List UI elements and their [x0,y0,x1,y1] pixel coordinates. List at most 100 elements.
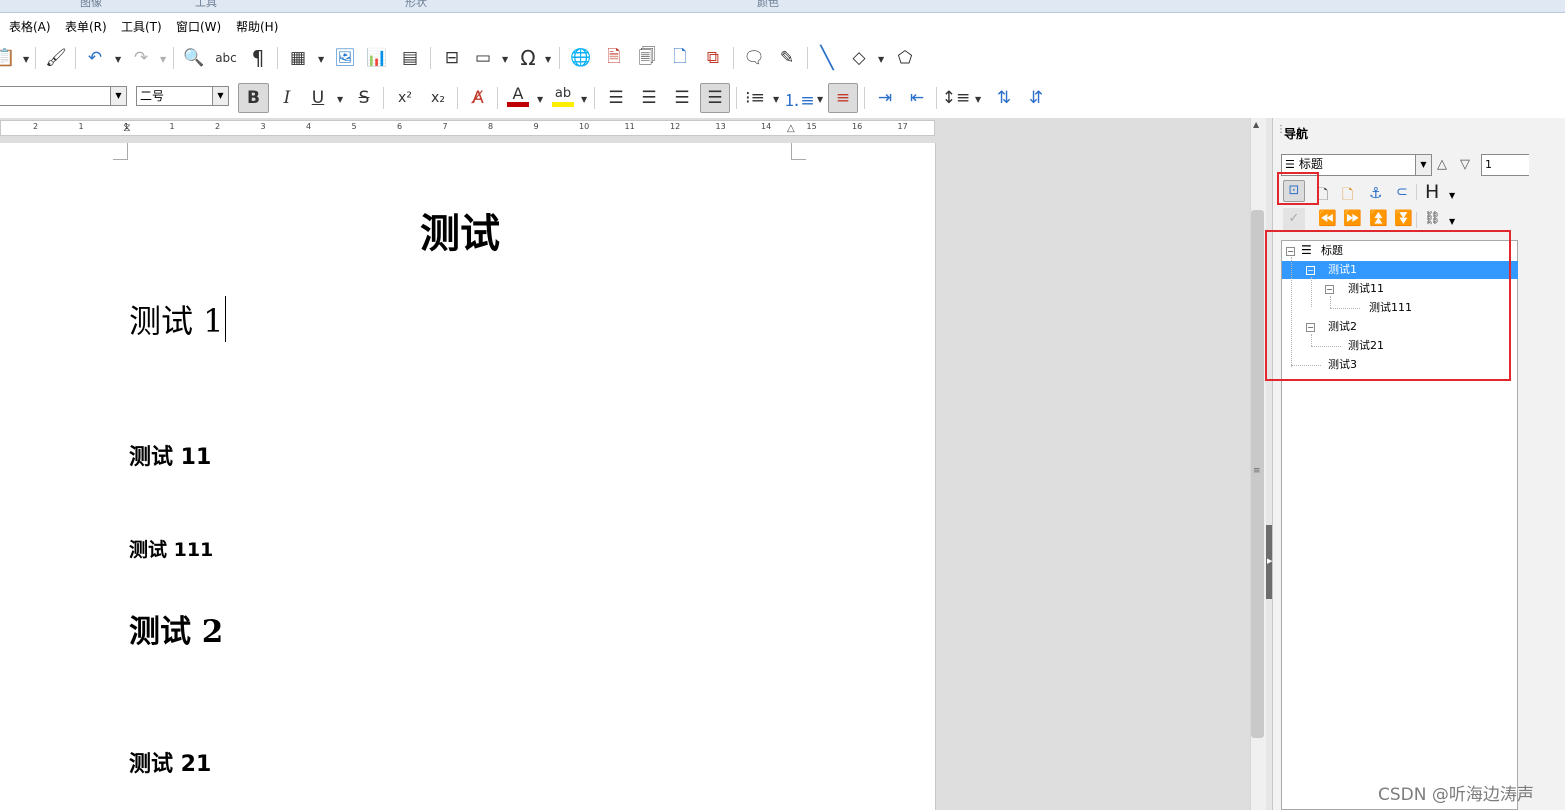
spelling-icon[interactable]: abc [213,45,239,71]
bookmark-icon[interactable]: 🗋 [667,45,693,71]
anchor-icon[interactable]: ⚓ [1369,184,1382,202]
highlight-dropdown-icon[interactable]: ▼ [581,95,587,104]
undo-icon[interactable]: ↶ [82,45,108,71]
heading-3[interactable]: 测试 111 [129,535,213,562]
move-chapter-up-icon[interactable]: ⏫ [1369,209,1388,227]
insert-field-icon[interactable]: ▭ [470,45,496,71]
move-chapter-down-icon[interactable]: ⏬ [1394,209,1413,227]
chevron-down-icon[interactable]: ▼ [212,87,228,105]
cross-reference-icon[interactable]: ⧉ [700,45,726,71]
insert-line-icon[interactable]: ╲ [814,45,840,71]
align-left-icon[interactable]: ☰ [603,85,629,111]
decrease-indent-icon[interactable]: ⇤ [904,85,930,111]
page-margin-corner [791,143,806,160]
hyperlink-icon[interactable]: 🌐 [568,45,594,71]
underline-button[interactable]: U [305,85,331,111]
document-title[interactable]: 测试 [0,201,920,259]
ordered-list-dropdown-icon[interactable]: ▼ [817,95,823,104]
chevron-down-icon[interactable]: ▼ [1415,155,1431,175]
indent-marker-icon[interactable]: ⧖ [123,121,131,135]
insert-table-icon[interactable]: ▦ [285,45,311,71]
superscript-button[interactable]: x² [392,85,418,111]
paragraph-style-select[interactable]: ▼ [0,86,127,106]
font-size-select[interactable]: 二号 ▼ [136,86,229,106]
promote-chapter-icon[interactable]: ⏪ [1318,209,1337,227]
decrease-paragraph-spacing-icon[interactable]: ⇵ [1023,85,1049,111]
undo-dropdown-icon[interactable]: ▼ [115,55,121,64]
heading-2[interactable]: 测试 21 [129,746,211,778]
attachment-icon[interactable]: ⊂ [1396,184,1408,200]
redo-icon[interactable]: ↷ [128,45,154,71]
align-right-icon[interactable]: ☰ [669,85,695,111]
page-number-input[interactable]: 1 [1481,154,1529,176]
ruler-number: 2 [215,122,221,131]
insert-image-icon[interactable]: 🖼 [332,45,358,71]
align-center-icon[interactable]: ☰ [636,85,662,111]
highlight-color-button[interactable]: ab [550,83,576,109]
strikethrough-button[interactable]: S [351,85,377,111]
special-character-icon[interactable]: Ω [515,45,541,71]
bold-button[interactable]: B [238,83,269,113]
menu-tools[interactable]: 工具(T) [121,18,162,35]
increase-paragraph-spacing-icon[interactable]: ⇅ [991,85,1017,111]
subscript-button[interactable]: x₂ [425,85,451,111]
track-changes-icon[interactable]: ✎ [774,45,800,71]
insert-page-break-icon[interactable]: ⊟ [439,45,465,71]
horizontal-ruler[interactable]: 2 1 1 1 2 3 4 5 6 7 8 9 10 11 12 13 14 15 16 17 ⧖ △ [0,120,935,136]
formatting-marks-icon[interactable]: ¶ [245,45,271,71]
unordered-list-dropdown-icon[interactable]: ▼ [773,95,779,104]
navigator-category-value: 标题 [1298,157,1323,171]
standard-toolbar: 📋 ▼ 🖌 ↶ ▼ ↷ ▼ 🔍 abc ¶ ▦ ▼ 🖼 📊 ▤ ⊟ ▭ ▼ Ω … [0,38,1565,78]
chevron-down-icon[interactable]: ▼ [110,87,126,105]
previous-heading-icon[interactable]: △ [1437,157,1447,172]
document-page[interactable]: 测试 测试 1 测试 11 测试 111 测试 2 测试 21 [0,143,936,810]
paste-icon[interactable]: 📋 [0,45,18,71]
italic-button[interactable]: I [274,85,300,111]
scroll-up-icon[interactable]: ▲ [1253,120,1259,129]
insert-chart-icon[interactable]: 📊 [364,45,390,71]
font-color-dropdown-icon[interactable]: ▼ [537,95,543,104]
clone-formatting-icon[interactable]: 🖌 [43,45,69,71]
link-icon[interactable]: ⛓ [1424,211,1441,226]
underline-dropdown-icon[interactable]: ▼ [337,95,343,104]
clear-formatting-icon[interactable]: A̸ [465,85,491,111]
heading-1[interactable]: 测试 2 [129,606,223,651]
draw-functions-icon[interactable]: ⬠ [892,45,918,71]
menu-table[interactable]: 表格(A) [9,18,51,35]
insert-table-dropdown-icon[interactable]: ▼ [318,55,324,64]
insert-textbox-icon[interactable]: ▤ [397,45,423,71]
find-replace-icon[interactable]: 🔍 [181,45,207,71]
basic-shapes-dropdown-icon[interactable]: ▼ [878,55,884,64]
insert-field-dropdown-icon[interactable]: ▼ [502,55,508,64]
font-color-button[interactable]: A [505,83,531,109]
footer-icon[interactable]: 🗋 [1342,184,1353,208]
unordered-list-icon[interactable]: ⁝≡ [742,85,768,111]
heading-levels-dropdown-icon[interactable]: ▼ [1449,191,1455,200]
right-indent-marker-icon[interactable]: △ [787,123,795,134]
heading-2[interactable]: 测试 11 [129,439,211,471]
menu-help[interactable]: 帮助(H) [236,18,278,35]
line-spacing-dropdown-icon[interactable]: ▼ [975,95,981,104]
increase-indent-icon[interactable]: ⇥ [872,85,898,111]
no-list-icon[interactable]: ≡ [828,83,858,113]
next-heading-icon[interactable]: ▽ [1460,157,1470,172]
paste-dropdown-icon[interactable]: ▼ [23,55,29,64]
basic-shapes-icon[interactable]: ◇ [846,45,872,71]
footnote-icon[interactable]: 🗎 [601,45,627,71]
demote-chapter-icon[interactable]: ⏩ [1343,209,1362,227]
justify-icon[interactable]: ☰ [700,83,730,113]
checkmark-icon[interactable]: ✓ [1283,208,1305,230]
menu-window[interactable]: 窗口(W) [176,18,221,35]
heading-levels-icon[interactable]: H [1425,181,1439,203]
line-spacing-icon[interactable]: ↕≡ [942,85,971,111]
ordered-list-icon[interactable]: ⒈≡ [783,85,814,111]
comment-icon[interactable]: 🗨 [741,45,767,71]
drag-mode-dropdown-icon[interactable]: ▼ [1449,217,1455,226]
formatting-toolbar: ▼ 二号 ▼ B I U ▼ S x² x₂ A̸ A ▼ ab ▼ ☰ ☰ ☰… [0,78,1565,118]
special-character-dropdown-icon[interactable]: ▼ [545,55,551,64]
top-ribbon-strip: 图像 工具 形状 颜色 [0,0,1565,13]
menu-form[interactable]: 表单(R) [65,18,107,35]
endnote-icon[interactable]: 🗐 [634,45,660,71]
redo-dropdown-icon[interactable]: ▼ [160,55,166,64]
heading-1[interactable]: 测试 1 [129,296,226,342]
